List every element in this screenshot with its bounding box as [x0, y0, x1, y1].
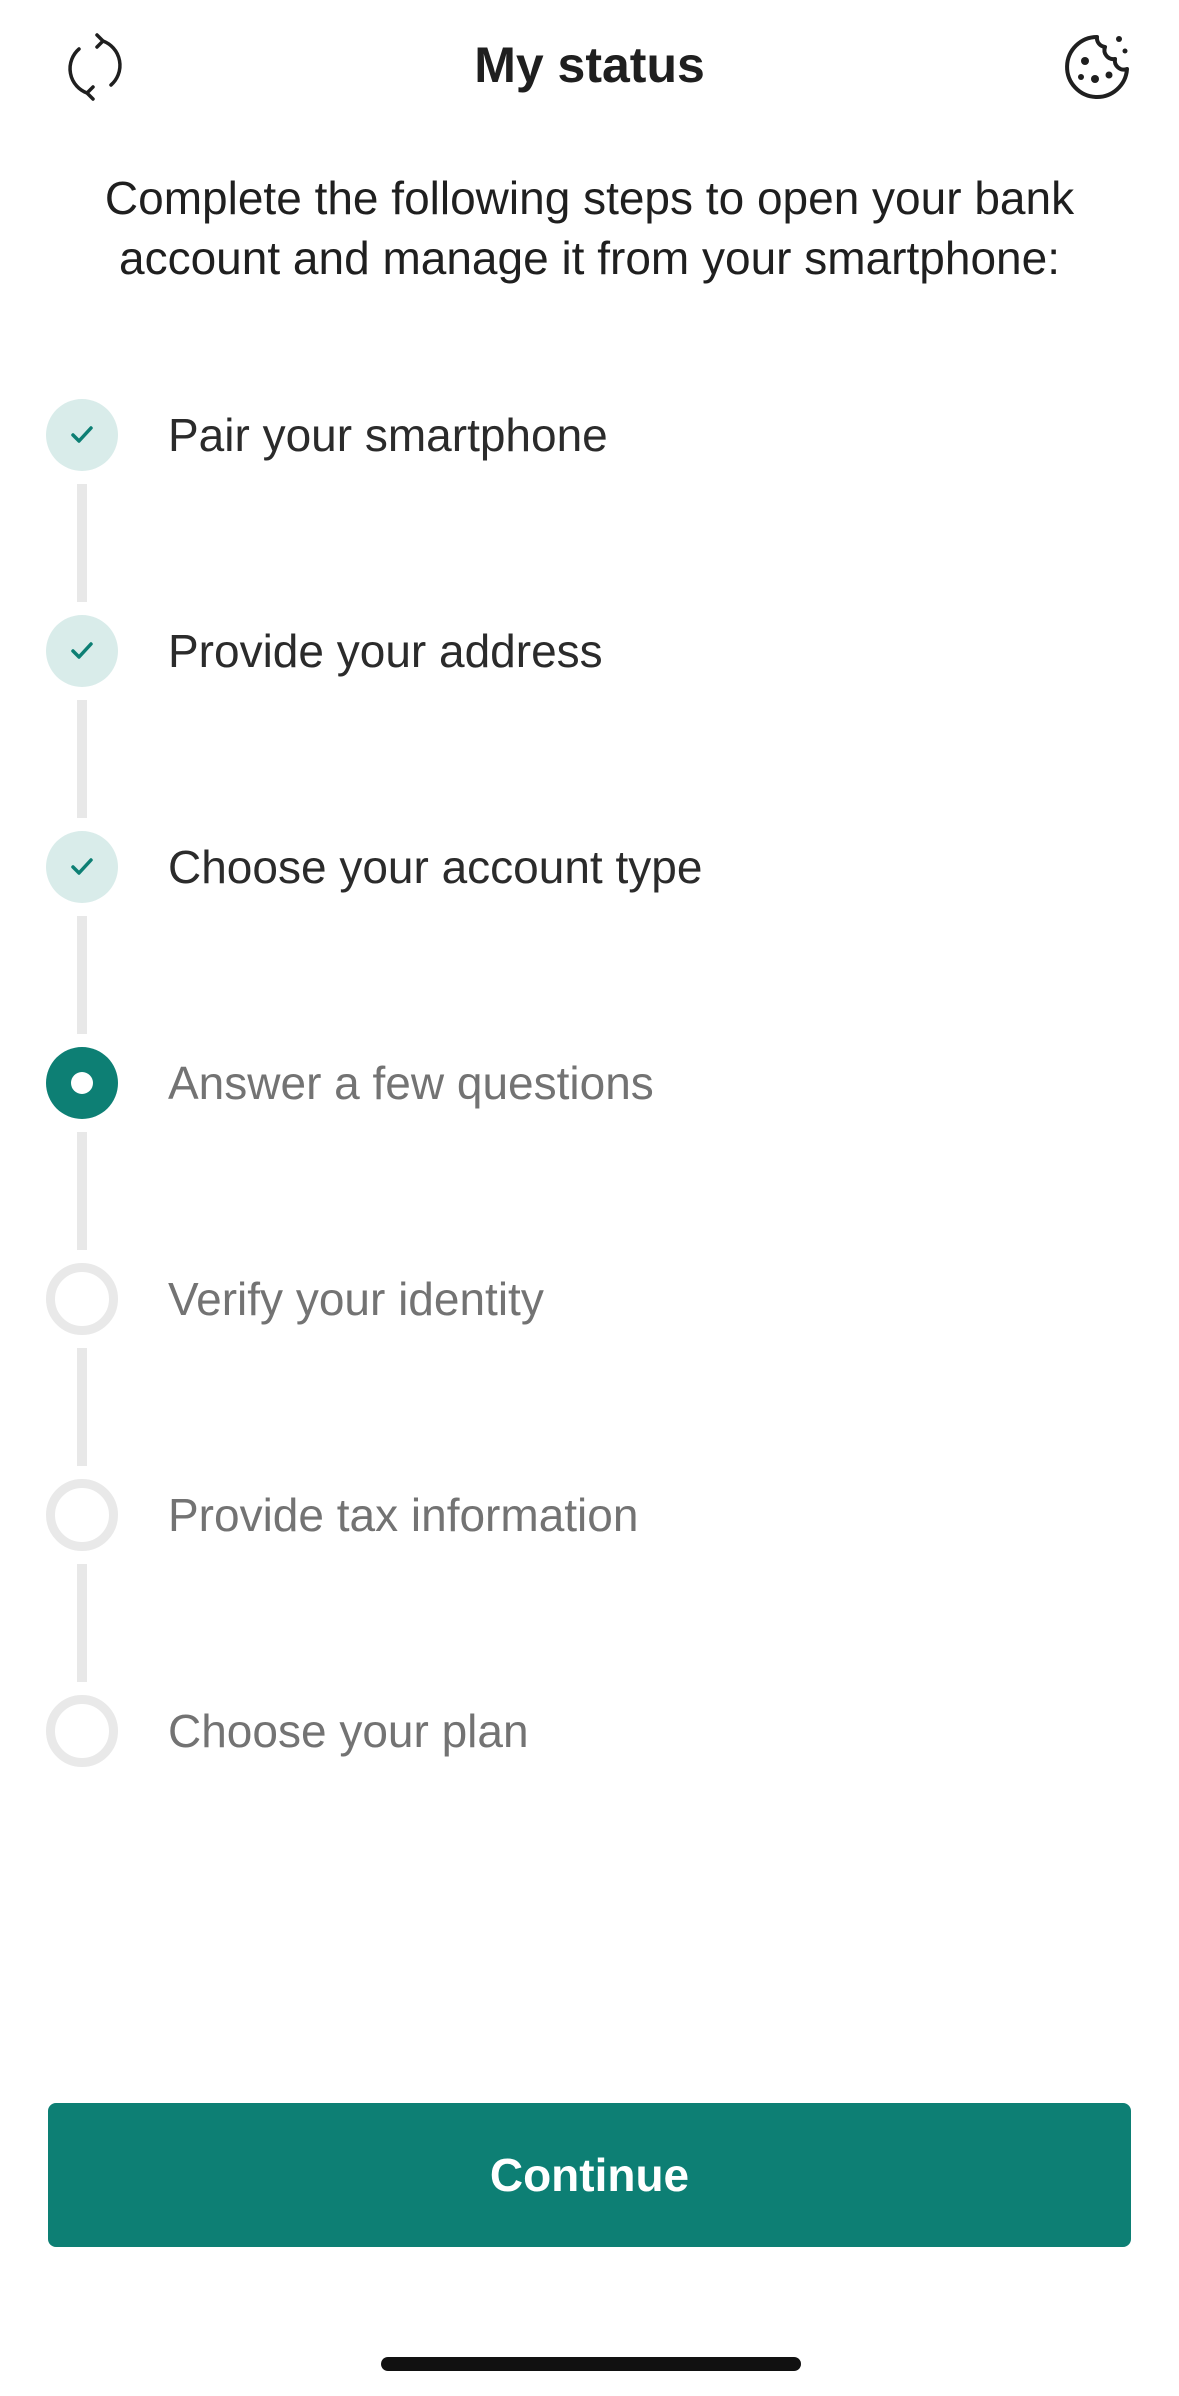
step-connector	[77, 700, 87, 818]
step-label: Answer a few questions	[168, 1057, 654, 1109]
intro-text: Complete the following steps to open you…	[104, 172, 1075, 284]
step-label: Verify your identity	[168, 1273, 544, 1325]
step-tax-information: Provide tax information	[46, 1477, 1126, 1553]
step-provide-address: Provide your address	[46, 613, 1126, 689]
step-pending-marker	[46, 1479, 118, 1551]
step-pending-marker	[46, 1263, 118, 1335]
page-title: My status	[474, 37, 705, 93]
step-connector	[77, 1132, 87, 1250]
header: My status	[0, 0, 1179, 140]
step-label: Provide tax information	[168, 1489, 639, 1541]
home-indicator[interactable]	[381, 2357, 801, 2371]
cookie-settings-button[interactable]	[1052, 22, 1142, 112]
step-current-marker	[46, 1047, 118, 1119]
cookie-icon	[1065, 35, 1129, 99]
step-choose-plan: Choose your plan	[46, 1693, 1126, 1769]
step-label: Choose your account type	[168, 841, 703, 893]
checkmark-icon	[71, 426, 93, 443]
step-completed-marker	[46, 615, 118, 687]
step-account-type: Choose your account type	[46, 829, 1126, 905]
step-pending-marker	[46, 1695, 118, 1767]
step-verify-identity: Verify your identity	[46, 1261, 1126, 1337]
step-label: Choose your plan	[168, 1705, 529, 1757]
checkmark-icon	[71, 642, 93, 659]
current-dot-icon	[71, 1072, 93, 1094]
checkmark-icon	[71, 858, 93, 875]
step-connector	[77, 1564, 87, 1682]
step-completed-marker	[46, 831, 118, 903]
step-connector	[77, 484, 87, 602]
step-completed-marker	[46, 399, 118, 471]
step-label: Provide your address	[168, 625, 603, 677]
step-pair-smartphone: Pair your smartphone	[46, 397, 1126, 473]
continue-button[interactable]: Continue	[48, 2103, 1131, 2247]
step-connector	[77, 1348, 87, 1466]
step-answer-questions: Answer a few questions	[46, 1045, 1126, 1121]
step-label: Pair your smartphone	[168, 409, 608, 461]
step-connector	[77, 916, 87, 1034]
